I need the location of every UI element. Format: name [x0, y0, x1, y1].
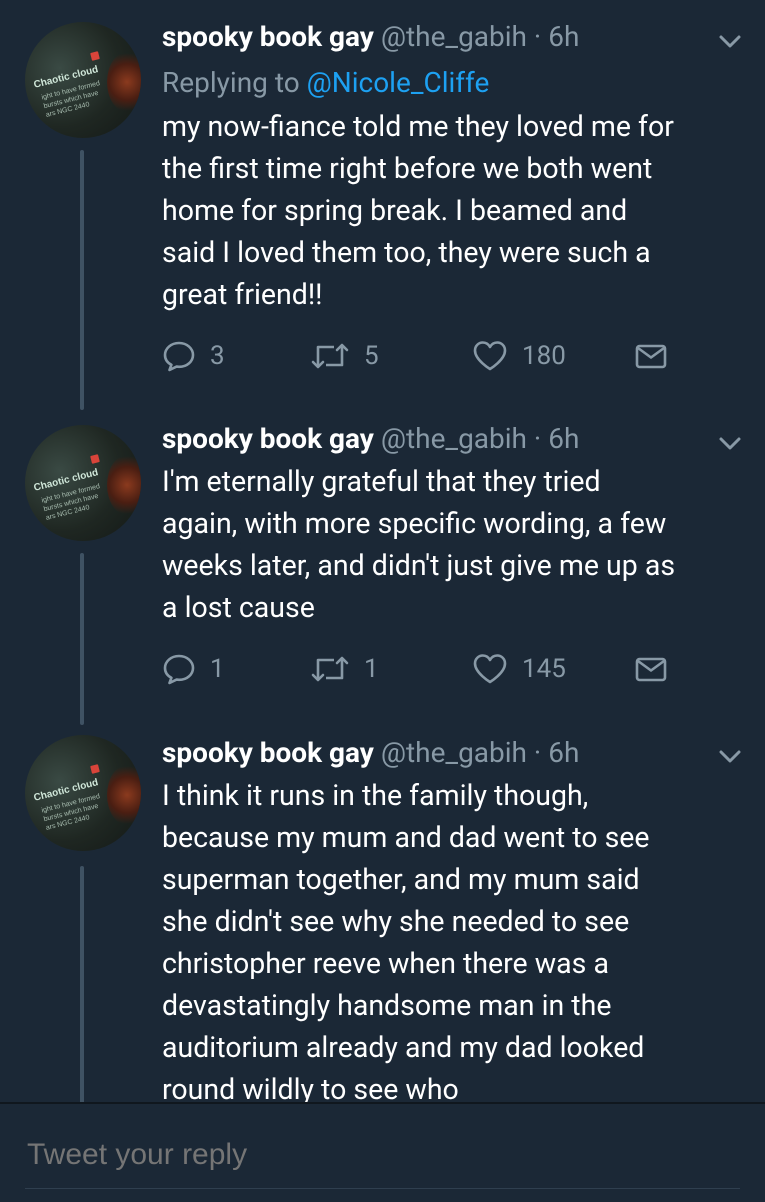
- chevron-down-icon[interactable]: [717, 430, 743, 456]
- avatar-glow: [107, 455, 141, 515]
- separator: ·: [526, 20, 549, 53]
- retweet-count: 1: [364, 654, 379, 684]
- tweet-line: home for spring break. I beamed and: [162, 194, 628, 227]
- reply-button[interactable]: 1: [162, 649, 225, 689]
- direct-message-button[interactable]: [634, 336, 668, 376]
- chevron-down-icon[interactable]: [717, 28, 743, 54]
- retweet-icon: [311, 343, 349, 369]
- retweet-button[interactable]: 5: [310, 336, 379, 376]
- avatar-glow: [107, 765, 141, 825]
- display-name[interactable]: spooky book gay: [162, 422, 374, 455]
- tweet-thread: Chaotic cloud ight to have formed bursts…: [0, 0, 765, 1102]
- tweet-header: spooky book gay @the_gabih · 6h: [162, 17, 579, 57]
- tweet-line: I'm eternally grateful that they tried: [162, 465, 601, 498]
- direct-message-button[interactable]: [634, 649, 668, 689]
- tweet-line: round wildly to see who: [162, 1073, 459, 1102]
- reply-count: 1: [210, 654, 225, 684]
- tweet[interactable]: Chaotic cloud ight to have formed bursts…: [0, 710, 765, 1102]
- tweet-line: weeks later, and didn't just give me up …: [162, 549, 676, 582]
- direct-message-icon: [635, 657, 667, 682]
- chevron-down-icon[interactable]: [717, 743, 743, 769]
- replying-to-prefix: Replying to: [162, 66, 307, 99]
- reply-icon: [163, 654, 195, 685]
- username[interactable]: @the_gabih: [381, 736, 527, 769]
- tweet-header: spooky book gay @the_gabih · 6h: [162, 733, 579, 773]
- username[interactable]: @the_gabih: [381, 422, 527, 455]
- avatar[interactable]: Chaotic cloud ight to have formed bursts…: [25, 735, 141, 851]
- like-button[interactable]: 145: [472, 649, 566, 689]
- reply-input[interactable]: [25, 1134, 729, 1176]
- separator: ·: [526, 736, 549, 769]
- replying-to: Replying to @Nicole_Cliffe: [162, 63, 489, 103]
- display-name[interactable]: spooky book gay: [162, 20, 374, 53]
- tweet-line: again, with more specific wording, a few: [162, 507, 667, 540]
- tweet-line: christopher reeve when there was a: [162, 947, 609, 980]
- tweet-text: my now-fiance told me they loved me for …: [162, 106, 752, 316]
- tweet-line: auditorium already and my dad looked: [162, 1031, 645, 1064]
- tweet-line: the first time right before we both went: [162, 152, 653, 185]
- avatar[interactable]: Chaotic cloud ight to have formed bursts…: [25, 22, 141, 138]
- tweet-line: said I loved them too, they were such a: [162, 236, 651, 269]
- reply-count: 3: [210, 341, 225, 371]
- tweet-line: superman together, and my mum said: [162, 863, 640, 896]
- avatar-badge: [90, 454, 100, 464]
- reply-input-underline: [25, 1188, 740, 1189]
- tweet-text: I think it runs in the family though, be…: [162, 775, 752, 1102]
- tweet-actions: 1 1 145: [162, 649, 682, 689]
- like-count: 180: [522, 341, 566, 371]
- display-name[interactable]: spooky book gay: [162, 736, 374, 769]
- avatar-badge: [90, 764, 100, 774]
- reply-composer-bar: [0, 1102, 765, 1202]
- timestamp[interactable]: 6h: [548, 422, 579, 455]
- tweet-line: I think it runs in the family though,: [162, 779, 589, 812]
- mention-link[interactable]: @Nicole_Cliffe: [307, 66, 490, 99]
- tweet-line: devastatingly handsome man in the: [162, 989, 612, 1022]
- like-button[interactable]: 180: [472, 336, 566, 376]
- tweet-text: I'm eternally grateful that they tried a…: [162, 461, 752, 629]
- retweet-icon: [311, 656, 349, 682]
- like-count: 145: [522, 654, 566, 684]
- avatar-glow: [107, 52, 141, 112]
- tweet-line: she didn't see why she needed to see: [162, 905, 630, 938]
- direct-message-icon: [635, 344, 667, 369]
- tweet-line: because my mum and dad went to see: [162, 821, 650, 854]
- separator: ·: [526, 422, 549, 455]
- avatar-badge: [90, 51, 100, 61]
- retweet-count: 5: [364, 341, 379, 371]
- username[interactable]: @the_gabih: [381, 20, 527, 53]
- retweet-button[interactable]: 1: [310, 649, 379, 689]
- reply-icon: [163, 341, 195, 372]
- like-icon: [473, 341, 507, 371]
- timestamp[interactable]: 6h: [548, 736, 579, 769]
- tweet[interactable]: Chaotic cloud ight to have formed bursts…: [0, 400, 765, 710]
- reply-button[interactable]: 3: [162, 336, 225, 376]
- avatar[interactable]: Chaotic cloud ight to have formed bursts…: [25, 425, 141, 541]
- like-icon: [473, 654, 507, 684]
- tweet-actions: 3 5 180: [162, 336, 682, 376]
- tweet-line: my now-fiance told me they loved me for: [162, 110, 674, 143]
- tweet-line: great friend!!: [162, 278, 323, 311]
- tweet-header: spooky book gay @the_gabih · 6h: [162, 419, 579, 459]
- tweet-line: a lost cause: [162, 591, 315, 624]
- tweet[interactable]: Chaotic cloud ight to have formed bursts…: [0, 0, 765, 400]
- timestamp[interactable]: 6h: [548, 20, 579, 53]
